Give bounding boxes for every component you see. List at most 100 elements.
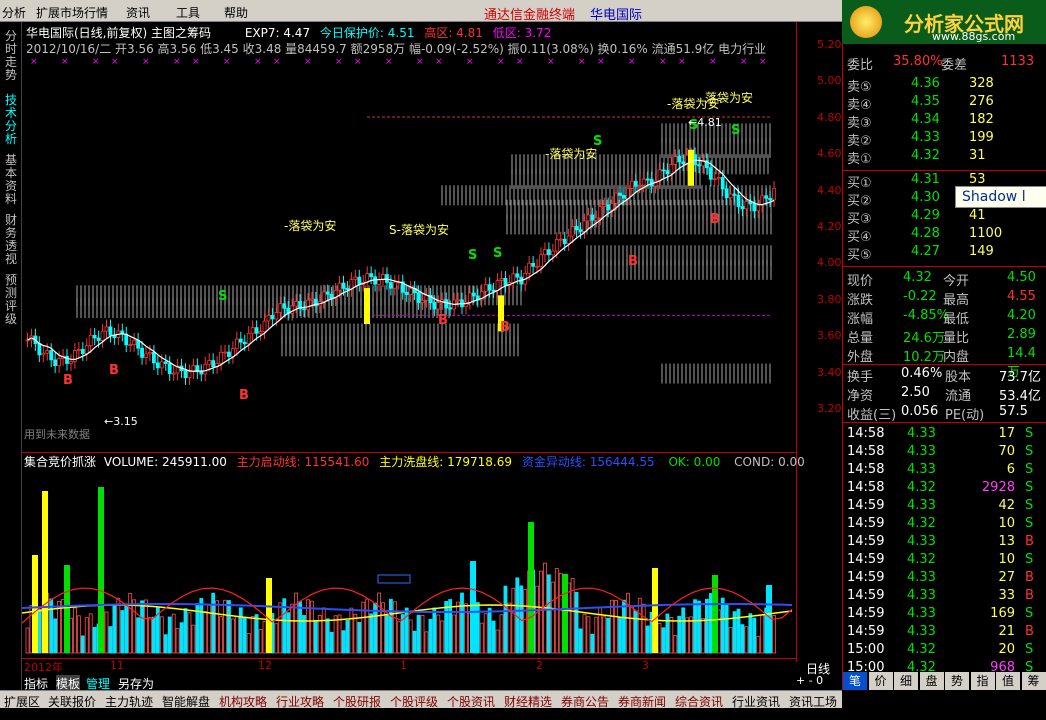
finance-row-cell: 2.50 (901, 385, 930, 400)
candle-body (697, 164, 701, 167)
finance-row: 净资 2.50 流通 53.4亿 (843, 385, 1046, 404)
date-tick: 2 (536, 659, 543, 672)
volume-bar (736, 608, 741, 654)
zoom-controls[interactable]: + - 0 (796, 674, 842, 690)
volume-bar (234, 615, 239, 654)
quote-row-cell: 今开 (943, 274, 970, 289)
candle-body (258, 331, 263, 334)
candle-body (740, 206, 745, 210)
panel-tab[interactable]: 指 (970, 672, 995, 690)
volume-bar (677, 615, 682, 654)
volume-bar (92, 626, 97, 654)
signal-mark: × (61, 57, 69, 67)
sell-level-cell: 4.36 (911, 76, 940, 91)
candle-body (598, 206, 603, 219)
candle-body (657, 169, 662, 182)
volume-bar (377, 592, 381, 654)
candle-body (768, 197, 772, 201)
tick-row-cell: B (1025, 534, 1034, 549)
indicator-title: 集合竞价抓涨 (24, 455, 97, 469)
sell-level: 卖③ 4.34 182 (843, 112, 1046, 131)
volume-bar (436, 614, 441, 654)
order-ratio-cell: 委比 (847, 58, 874, 73)
volume-bar (329, 631, 334, 654)
date-tick: 11 (110, 659, 124, 672)
candle-body (211, 360, 216, 368)
candle-body (637, 184, 642, 187)
panel-tab[interactable]: 筹 (1021, 672, 1046, 690)
brand-banner: 分析家公式网 www.88gs.com (842, 0, 1046, 44)
date-tick: 1 (400, 659, 407, 672)
signal-mark: × (578, 57, 586, 67)
candle-body (622, 195, 626, 199)
tick-row-cell: 4.33 (907, 588, 936, 603)
menu-extended-market[interactable]: 扩展市场行情 (36, 4, 108, 21)
panel-tab[interactable]: 笔 (843, 672, 867, 690)
candle-body (724, 188, 729, 199)
tab-financial[interactable]: 财务透视 (2, 214, 20, 266)
menu-analysis[interactable]: 分析 (2, 4, 26, 21)
indicator-chart[interactable]: 集合竞价抓涨 VOLUME: 245911.00 主力启动线: 115541.6… (22, 452, 805, 658)
candle-body (772, 187, 776, 201)
volume-bar (618, 616, 622, 654)
signal-mark: × (223, 57, 231, 67)
candle-body (171, 372, 176, 375)
volume-bar (187, 612, 192, 654)
buy-level-cell: 买② (847, 194, 872, 209)
main-chart[interactable]: × × × × × × × × × × × × × × × × × × × × × × × × × × × × -落袋为安 S-落袋为安 -… (22, 22, 796, 452)
sell-level-cell: 4.35 (911, 94, 940, 109)
volume-bar (124, 606, 129, 654)
buy-signal: B (109, 363, 119, 378)
candle-body (764, 195, 769, 199)
date-tick: 12 (258, 659, 272, 672)
signal-mark: × (416, 57, 424, 67)
candle-body (187, 371, 192, 379)
tick-row: 14:59 4.33 33 B (843, 588, 1046, 606)
volume-bar (689, 616, 693, 654)
tick-row-cell: 27 (998, 570, 1015, 585)
candle-body (345, 287, 350, 290)
panel-tab[interactable]: 值 (996, 672, 1020, 690)
tick-row-cell: 4.33 (907, 426, 936, 441)
menu-help[interactable]: 帮助 (224, 4, 248, 21)
quote-row-cell: 24.6万 (903, 331, 945, 346)
buy-level-cell: 1100 (969, 226, 1003, 241)
buy-signal: B (438, 313, 448, 328)
volume-bar (444, 601, 449, 654)
tick-row-cell: 4.32 (907, 642, 936, 657)
signal-bar (64, 565, 70, 653)
menu-news[interactable]: 资讯 (126, 4, 150, 21)
candle-body (266, 315, 271, 322)
panel-tab[interactable]: 势 (945, 672, 969, 690)
candle-body (416, 292, 421, 303)
candle-body (365, 273, 370, 283)
candle-body (661, 169, 666, 172)
signal-mark: × (547, 57, 555, 67)
panel-tab[interactable]: 细 (894, 672, 918, 690)
tab-basic-info[interactable]: 基本资料 (2, 154, 20, 206)
finance-row-cell: 股本 (945, 370, 972, 385)
panel-tab[interactable]: 价 (868, 672, 893, 690)
tab-intraday[interactable]: 分时走势 (2, 30, 20, 82)
order-ratio-cell: 1133 (1001, 54, 1035, 69)
volume-bar (708, 593, 713, 654)
candle-body (199, 371, 204, 375)
volume-bar (140, 600, 144, 654)
signal-mark: × (659, 57, 667, 67)
volume-bar (128, 592, 133, 654)
volume-bar (88, 613, 93, 654)
volume-bar (554, 568, 559, 654)
tab-technical[interactable]: 技术分析 (2, 94, 20, 146)
candle-body (503, 277, 508, 286)
candle-body (234, 338, 239, 350)
tab-forecast[interactable]: 预测评级 (2, 274, 20, 326)
panel-tab[interactable]: 盘 (919, 672, 944, 690)
candle-body (88, 334, 93, 347)
signal-mark: × (254, 57, 262, 67)
finance-row: 换手 0.46% 股本 73.7亿 (843, 366, 1046, 385)
candle-body (155, 362, 160, 369)
signal-bar (42, 491, 48, 653)
candle-body (531, 262, 536, 267)
candle-body (45, 350, 50, 354)
menu-tools[interactable]: 工具 (176, 4, 200, 21)
